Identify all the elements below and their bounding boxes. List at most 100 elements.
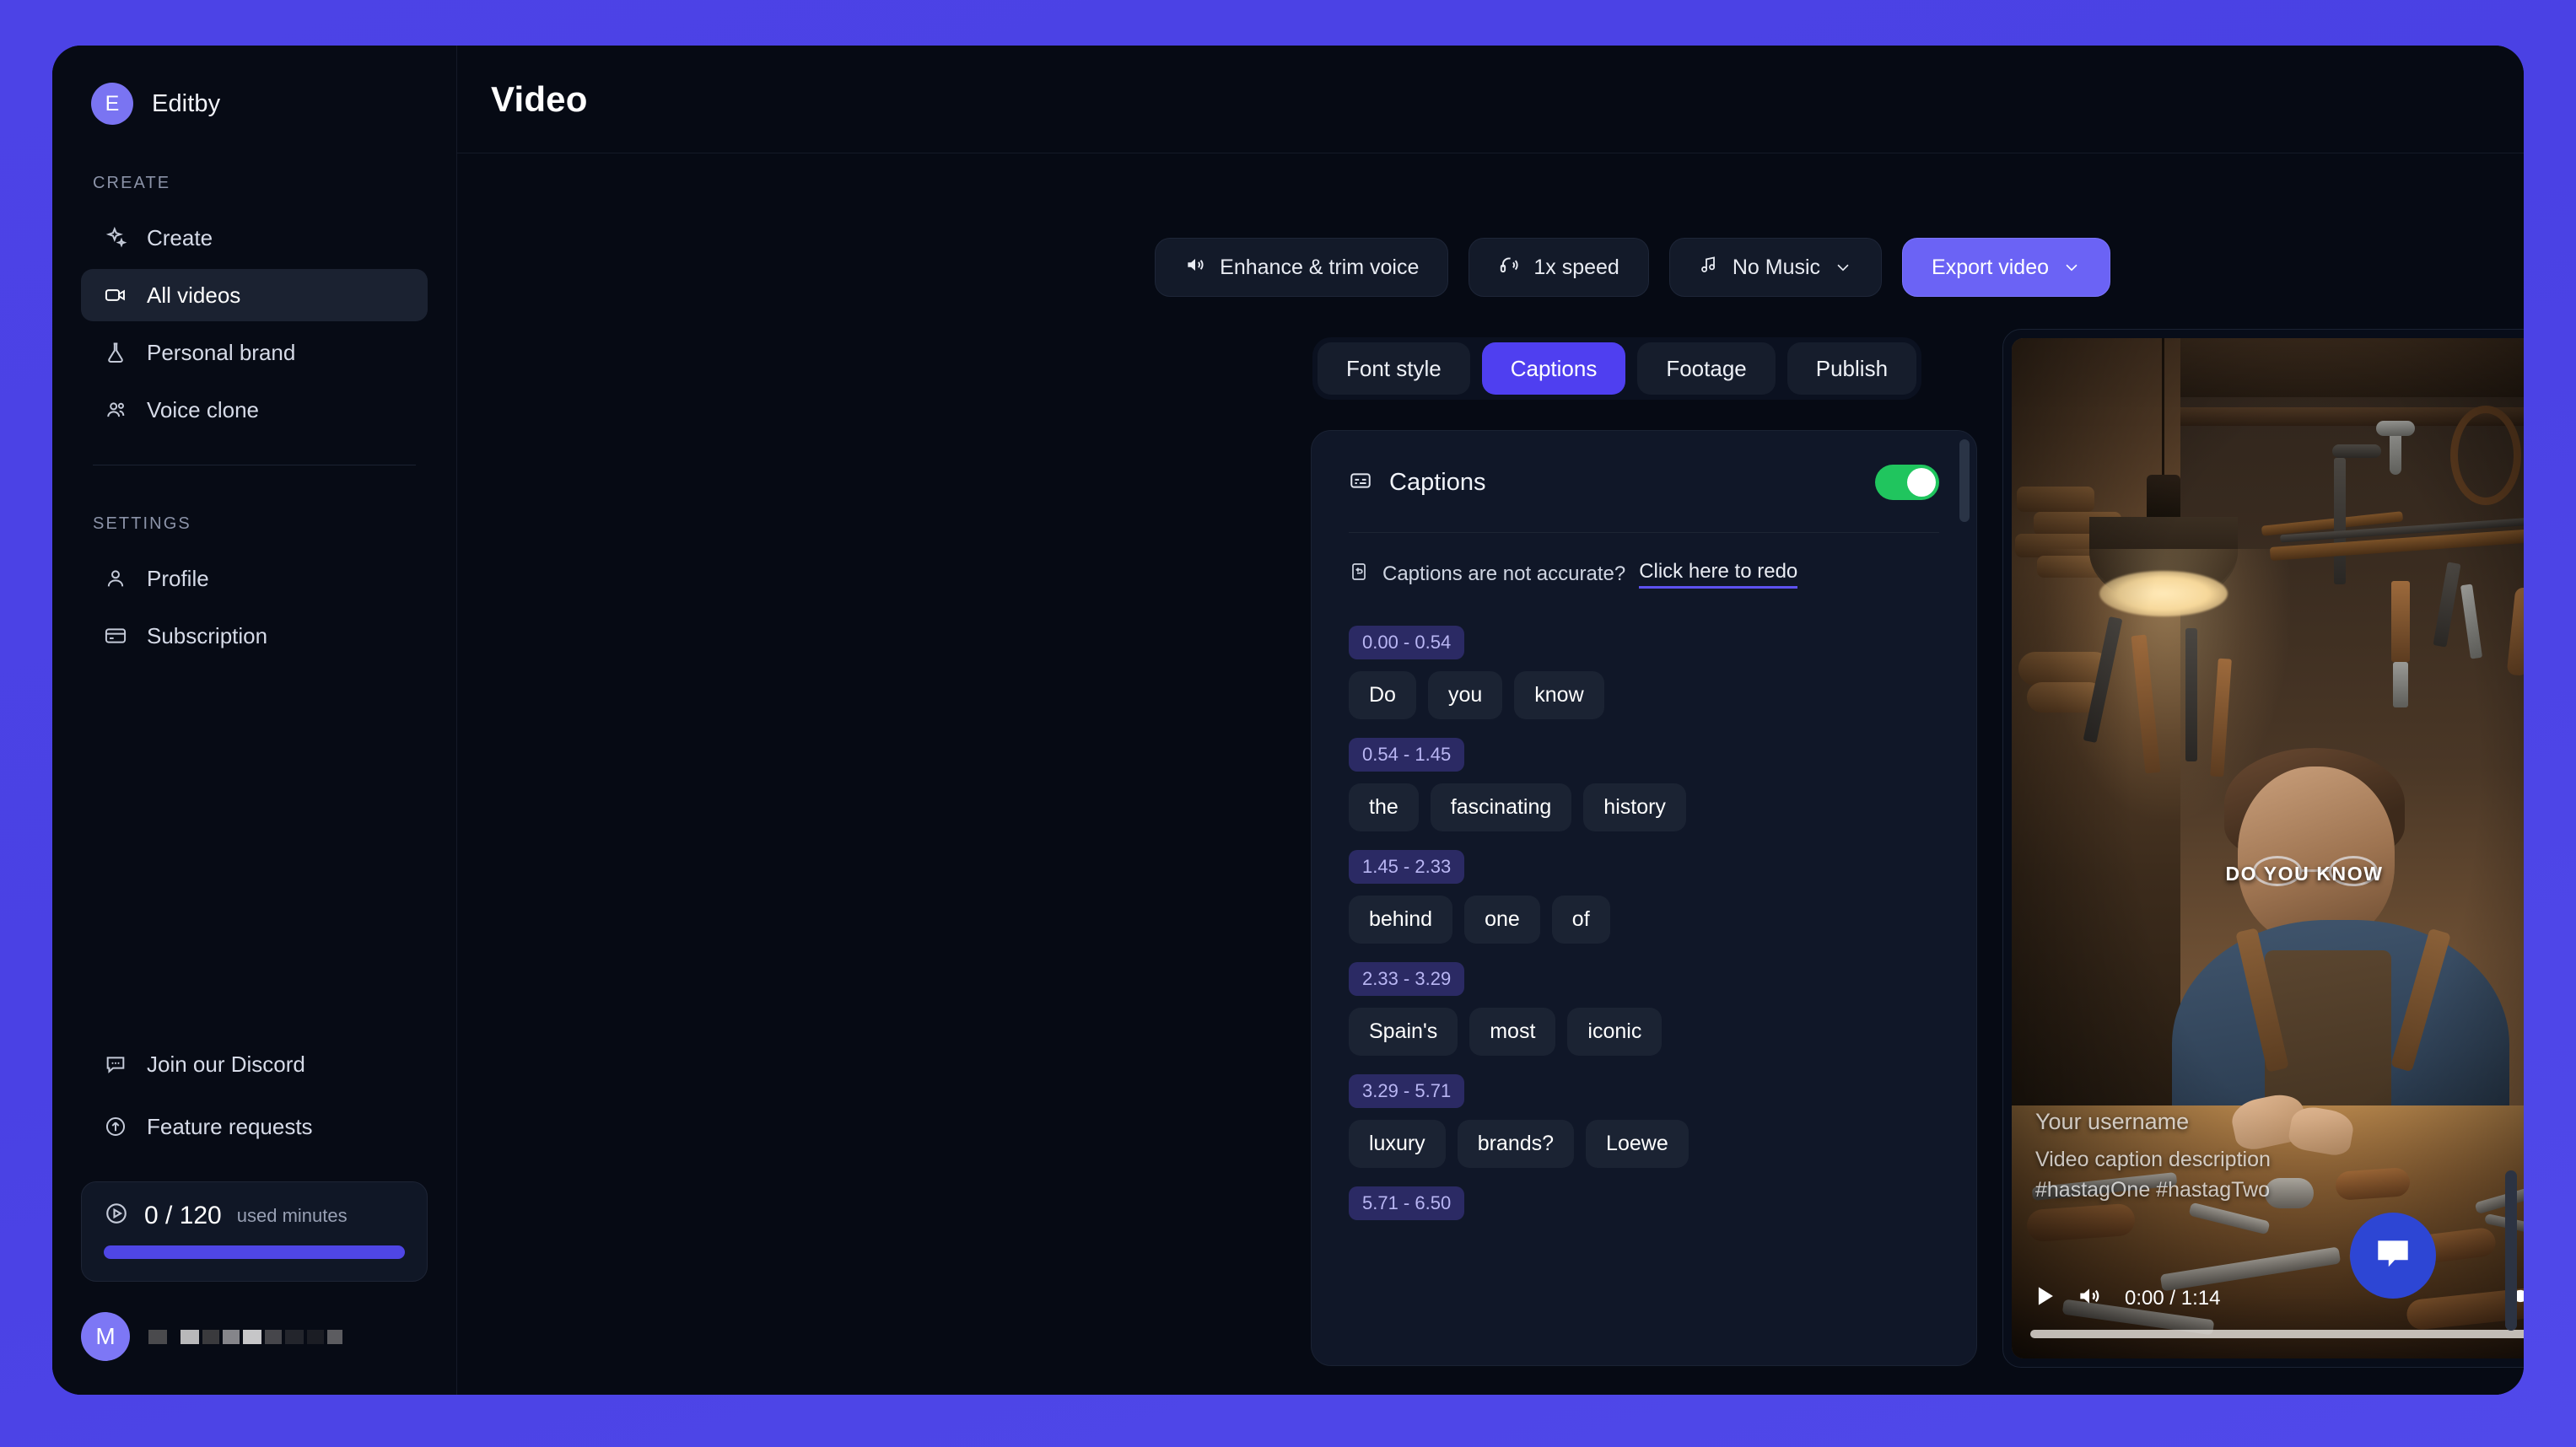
music-select-button[interactable]: No Music (1668, 238, 1883, 297)
segment-words: Do you know (1349, 671, 1939, 719)
sidebar-bottom-links: Join our Discord Feature requests (52, 1038, 456, 1153)
word-chip[interactable]: Spain's (1349, 1008, 1458, 1056)
play-icon[interactable] (2030, 1282, 2059, 1315)
caption-segment: 3.29 - 5.71 luxury brands? Loewe (1349, 1056, 1939, 1168)
caption-segment: 2.33 - 3.29 Spain's most iconic (1349, 944, 1939, 1056)
preview-username: Your username (2035, 1109, 2190, 1134)
sidebar-item-label: Join our Discord (147, 1051, 305, 1077)
brand[interactable]: E Editby (52, 46, 456, 125)
sidebar-item-label: Profile (147, 565, 209, 591)
word-chip[interactable]: of (1551, 896, 1610, 944)
chat-bubble-filled-icon (2372, 1233, 2414, 1279)
enhance-trim-voice-label: Enhance & trim voice (1220, 255, 1420, 279)
chevron-down-icon (1834, 258, 1852, 277)
captions-header: Captions (1312, 431, 1976, 500)
segment-time-chip: 0.54 - 1.45 (1349, 738, 1465, 772)
segment-time-chip: 0.00 - 0.54 (1349, 626, 1465, 659)
sidebar-item-label: Feature requests (147, 1113, 313, 1139)
music-label: No Music (1732, 255, 1821, 279)
chat-bubble-icon (103, 1052, 128, 1077)
sparkles-icon (103, 225, 128, 250)
word-chip[interactable]: you (1427, 671, 1503, 719)
player-time: 0:00 / 1:14 (2125, 1286, 2221, 1310)
segment-words: Spain's most iconic (1349, 1008, 1939, 1056)
usage-progress-bar (104, 1245, 405, 1259)
word-chip[interactable]: iconic (1567, 1008, 1663, 1056)
music-note-icon (1699, 255, 1719, 281)
usage-unit: used minutes (236, 1204, 348, 1226)
captions-toggle[interactable] (1875, 465, 1939, 500)
sidebar-item-label: Create (147, 224, 213, 250)
word-chip[interactable]: Loewe (1586, 1120, 1689, 1168)
support-chat-button[interactable] (2350, 1213, 2436, 1299)
export-video-button[interactable]: Export video (1902, 238, 2110, 297)
chevron-down-icon (2062, 258, 2081, 277)
editor-tabs: Font style Captions Footage Publish (1312, 337, 1922, 400)
preview-description-line1: Video caption description (2035, 1148, 2271, 1171)
sidebar-item-label: All videos (147, 282, 241, 308)
sidebar-item-all-videos[interactable]: All videos (81, 269, 428, 321)
sidebar-item-subscription[interactable]: Subscription (81, 610, 428, 662)
captions-redo-prompt: Captions are not accurate? (1382, 562, 1626, 585)
captions-panel: Captions Captions are not accurate? Clic… (1311, 430, 1977, 1366)
captions-title: Captions (1389, 468, 1486, 496)
word-chip[interactable]: fascinating (1430, 783, 1572, 831)
volume-icon[interactable] (2076, 1283, 2103, 1314)
word-chip[interactable]: history (1583, 783, 1686, 831)
sidebar-item-create[interactable]: Create (81, 212, 428, 264)
captions-redo-row: Captions are not accurate? Click here to… (1312, 533, 1976, 589)
preview-meta: Your username Video caption description … (2035, 1109, 2271, 1205)
video-progress-bar[interactable] (2030, 1330, 2524, 1338)
sidebar-item-label: Personal brand (147, 339, 296, 365)
headphones-icon (1498, 254, 1520, 282)
captions-segment-list[interactable]: 0.00 - 0.54 Do you know 0.54 - 1.45 the … (1312, 589, 1976, 1232)
enhance-trim-voice-button[interactable]: Enhance & trim voice (1155, 238, 1449, 297)
redo-icon (1349, 562, 1369, 588)
word-chip[interactable]: brands? (1457, 1120, 1575, 1168)
word-chip[interactable]: the (1349, 783, 1419, 831)
caption-segment: 5.71 - 6.50 (1349, 1168, 1939, 1232)
video-frame-image (2012, 338, 2524, 1358)
captions-redo-link[interactable]: Click here to redo (1639, 560, 1798, 589)
volume-icon (1184, 254, 1206, 282)
users-icon (103, 397, 128, 422)
flask-icon (103, 340, 128, 365)
word-chip[interactable]: luxury (1349, 1120, 1446, 1168)
segment-time-chip: 1.45 - 2.33 (1349, 850, 1465, 884)
editor-toolbar: Enhance & trim voice 1x speed No Music E… (1155, 238, 2110, 297)
sidebar-item-voice-clone[interactable]: Voice clone (81, 384, 428, 436)
word-chip[interactable]: behind (1349, 896, 1453, 944)
sidebar-item-profile[interactable]: Profile (81, 552, 428, 605)
word-chip[interactable]: one (1464, 896, 1540, 944)
sidebar-item-label: Subscription (147, 622, 268, 648)
caption-segment: 1.45 - 2.33 behind one of (1349, 831, 1939, 944)
nav-section-label-create: CREATE (93, 174, 171, 192)
sidebar-item-discord[interactable]: Join our Discord (81, 1038, 428, 1090)
page-scrollbar[interactable] (2505, 1170, 2517, 1331)
segment-time-chip: 5.71 - 6.50 (1349, 1186, 1465, 1220)
tab-publish[interactable]: Publish (1786, 342, 1917, 395)
word-chip[interactable]: most (1469, 1008, 1556, 1056)
tab-captions[interactable]: Captions (1481, 342, 1626, 395)
word-chip[interactable]: know (1514, 671, 1604, 719)
video-preview-card: DO YOU KNOW Your username Video caption … (2002, 329, 2524, 1368)
tab-font-style[interactable]: Font style (1318, 342, 1470, 395)
page-header: Video (457, 46, 2524, 153)
play-circle-icon (104, 1201, 129, 1230)
speed-button[interactable]: 1x speed (1469, 238, 1649, 297)
segment-words: behind one of (1349, 896, 1939, 944)
brand-name: Editby (152, 89, 221, 117)
user-icon (103, 566, 128, 591)
sidebar-item-feature-requests[interactable]: Feature requests (81, 1100, 428, 1153)
captions-icon (1349, 469, 1372, 497)
sidebar-item-personal-brand[interactable]: Personal brand (81, 326, 428, 379)
user-row[interactable]: M (81, 1312, 428, 1361)
export-video-label: Export video (1932, 255, 2049, 279)
burned-in-caption: DO YOU KNOW (2225, 863, 2384, 885)
user-name-redacted (148, 1329, 342, 1344)
word-chip[interactable]: Do (1349, 671, 1416, 719)
video-camera-icon (103, 282, 128, 308)
tab-footage[interactable]: Footage (1637, 342, 1776, 395)
video-player[interactable]: DO YOU KNOW Your username Video caption … (2012, 338, 2524, 1358)
